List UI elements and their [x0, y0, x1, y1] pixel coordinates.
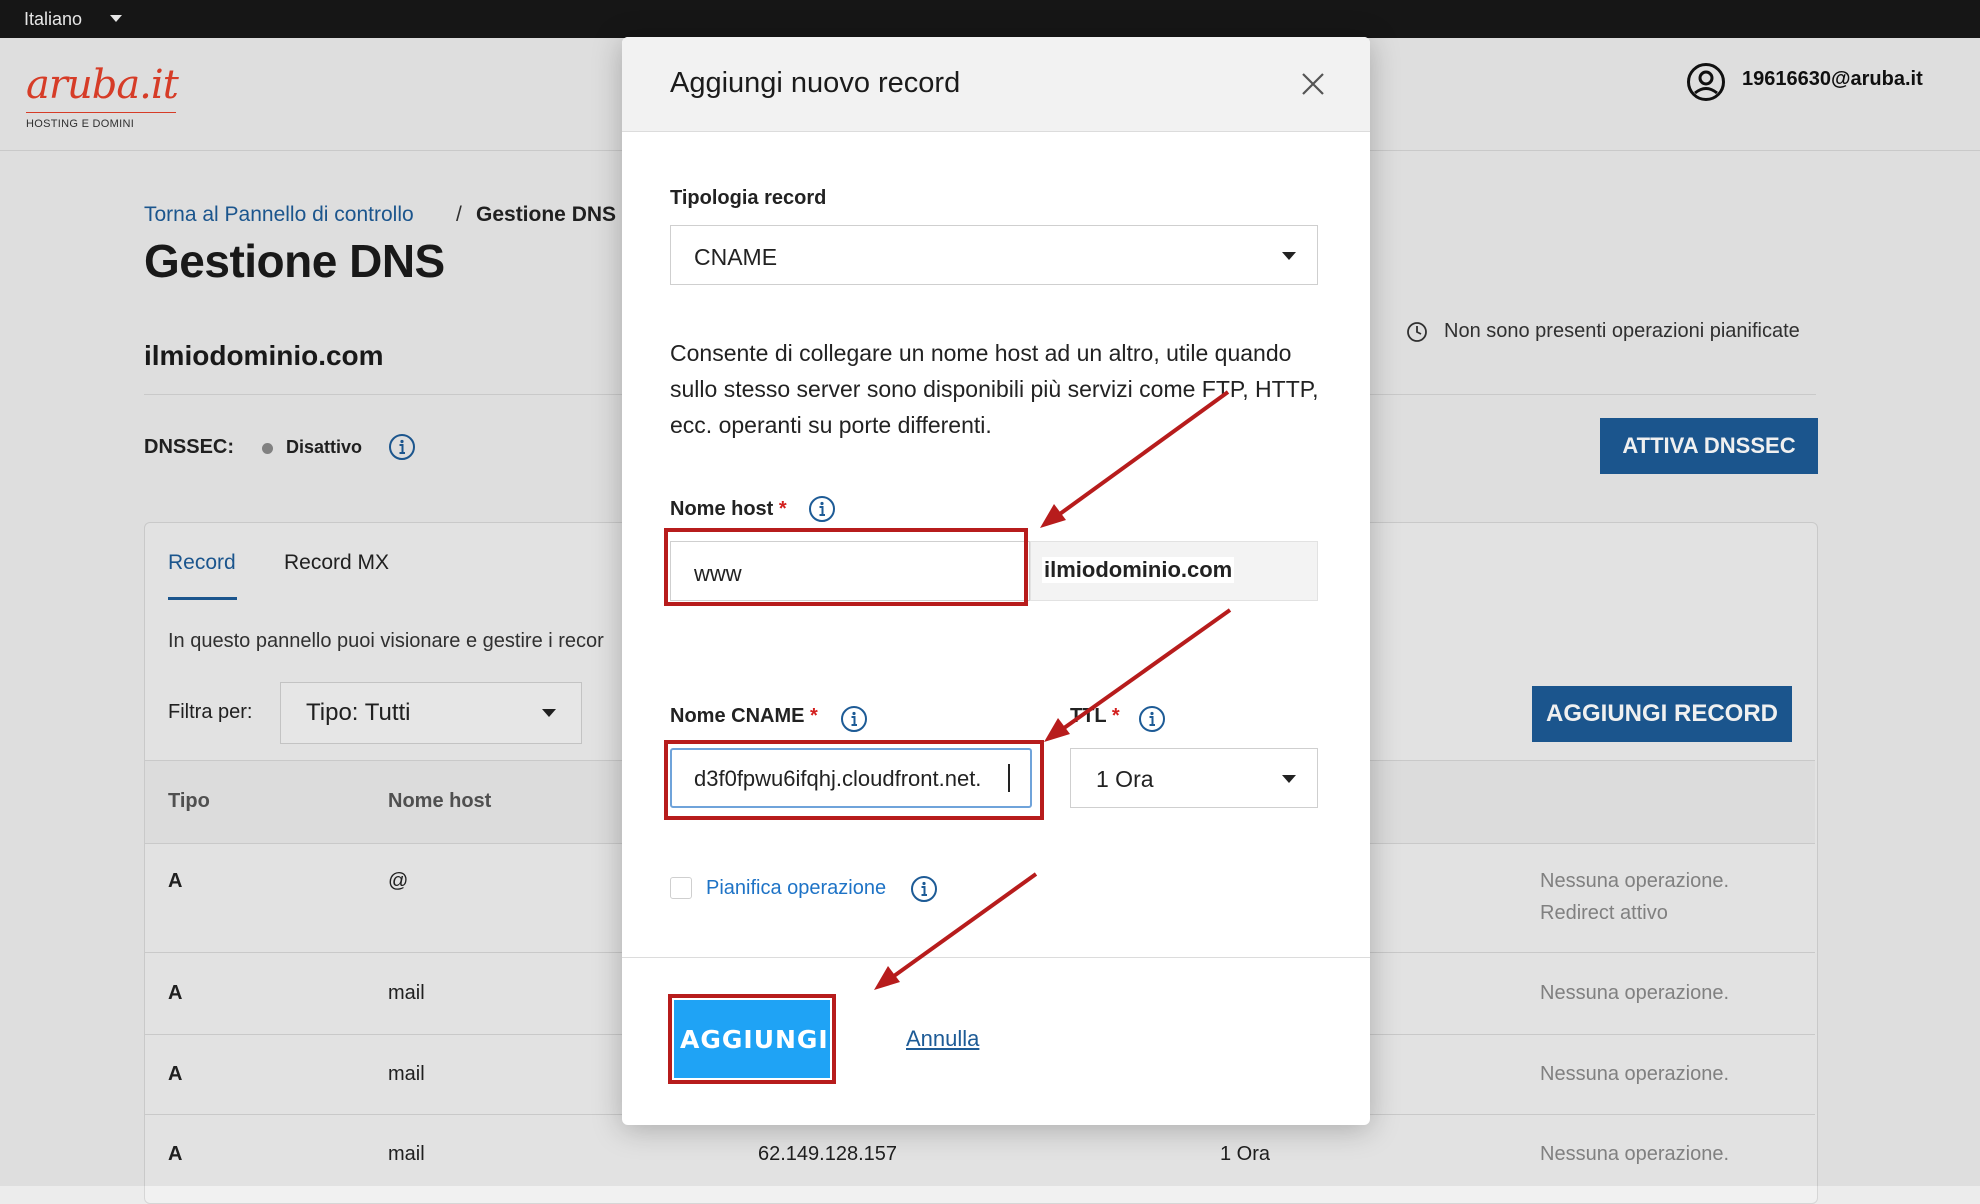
modal-title: Aggiungi nuovo record — [670, 67, 961, 99]
ttl-label: TTL * — [1070, 705, 1120, 728]
chevron-down-icon[interactable] — [1282, 775, 1296, 783]
ttl-value[interactable]: 1 Ora — [1096, 766, 1154, 793]
info-icon[interactable] — [840, 705, 868, 733]
add-record-modal: Aggiungi nuovo record Tipologia record C… — [622, 37, 1370, 1125]
info-icon[interactable] — [808, 495, 836, 523]
info-icon[interactable] — [1138, 705, 1166, 733]
annotation-highlight-add — [668, 994, 836, 1084]
required-mark: * — [1111, 705, 1120, 727]
required-mark: * — [778, 498, 787, 520]
annotation-highlight-cname — [664, 740, 1044, 820]
host-name-label-text: Nome host — [670, 498, 774, 520]
schedule-operation-label[interactable]: Pianifica operazione — [706, 877, 886, 900]
record-type-description: Consente di collegare un nome host ad un… — [670, 340, 1319, 438]
top-bar — [0, 0, 1980, 38]
host-name-label: Nome host * — [670, 498, 787, 521]
modal-footer-divider — [622, 957, 1370, 958]
cname-label-text: Nome CNAME — [670, 705, 805, 727]
record-type-value[interactable]: CNAME — [694, 244, 777, 271]
cancel-link[interactable]: Annulla — [906, 1026, 979, 1052]
info-icon[interactable] — [910, 875, 938, 903]
required-mark: * — [810, 705, 818, 727]
chevron-down-icon[interactable] — [110, 15, 122, 22]
language-selector[interactable]: Italiano — [24, 9, 82, 30]
annotation-highlight-host — [664, 528, 1028, 606]
record-type-label: Tipologia record — [670, 187, 827, 209]
close-icon[interactable] — [1298, 69, 1328, 99]
chevron-down-icon[interactable] — [1282, 252, 1296, 260]
cname-label: Nome CNAME * — [670, 705, 818, 728]
ttl-label-text: TTL — [1070, 705, 1107, 727]
schedule-checkbox[interactable] — [670, 877, 692, 899]
domain-suffix: ilmiodominio.com — [1042, 557, 1235, 583]
